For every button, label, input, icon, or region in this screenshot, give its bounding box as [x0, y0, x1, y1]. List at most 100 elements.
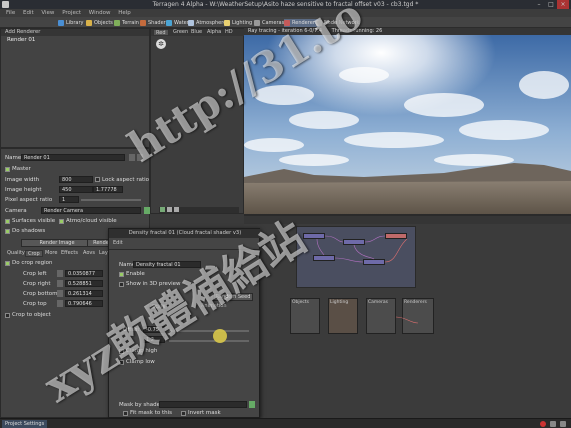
settings-icon[interactable]: [560, 421, 566, 427]
image-width-field[interactable]: 800: [59, 176, 93, 183]
toolbar-cameras[interactable]: Cameras: [254, 19, 284, 27]
library-icon: [58, 20, 64, 26]
pixel-aspect-slider[interactable]: [81, 199, 141, 201]
fit-icon[interactable]: [167, 207, 172, 212]
surfaces-visible-checkbox[interactable]: [5, 219, 10, 224]
terrain-icon: [114, 20, 120, 26]
render-control-icon[interactable]: ✲: [156, 39, 166, 49]
tab-green[interactable]: Green: [171, 29, 190, 36]
menu-help[interactable]: Help: [118, 10, 131, 16]
crop-icon[interactable]: [174, 207, 179, 212]
toolbar-atmosphere[interactable]: Atmosphere: [188, 19, 226, 27]
name-label: Name: [5, 155, 22, 161]
tab-blue[interactable]: Blue: [189, 29, 204, 36]
dialog-menu-edit[interactable]: Edit: [113, 240, 123, 246]
close-button[interactable]: ×: [557, 0, 569, 9]
crop-left-options-icon[interactable]: [57, 270, 63, 277]
menu-view[interactable]: View: [41, 10, 54, 16]
image-height-label: Image height: [5, 187, 42, 193]
menu-file[interactable]: File: [6, 10, 15, 16]
toolbar-objects[interactable]: Objects: [86, 19, 113, 27]
surfaces-visible-label: Surfaces visible: [12, 218, 56, 224]
crop-left-field[interactable]: 0.0350877: [65, 270, 103, 277]
enable-checkbox[interactable]: [119, 272, 124, 277]
log-icon[interactable]: [550, 421, 556, 427]
error-indicator-icon[interactable]: [540, 421, 546, 427]
toolbar-shaders[interactable]: Shaders: [140, 19, 168, 27]
renderer-name-field[interactable]: Render 01: [21, 154, 125, 161]
camera-label: Camera: [5, 208, 27, 214]
zoom-icon[interactable]: [160, 207, 165, 212]
toolbar-terrain[interactable]: Terrain: [114, 19, 139, 27]
fit-mask-checkbox[interactable]: [123, 411, 128, 416]
fit-mask-label: Fit mask to this: [130, 410, 173, 416]
tab-red[interactable]: Red: [153, 29, 169, 36]
crop-to-object-label: Crop to object: [12, 312, 51, 318]
status-bar: Project Settings: [0, 418, 571, 428]
crop-bottom-label: Crop bottom: [23, 291, 58, 297]
renderer-connection: [395, 316, 419, 324]
toolbar-lighting[interactable]: Lighting: [224, 19, 252, 27]
do-shadows-label: Do shadows: [12, 228, 46, 234]
atmosphere-icon: [188, 20, 194, 26]
objects-icon: [86, 20, 92, 26]
do-shadows-checkbox[interactable]: [5, 229, 10, 234]
minimize-button[interactable]: –: [533, 0, 545, 9]
name-options-icon[interactable]: [129, 154, 135, 161]
window-title: Terragen 4 Alpha - W:\WeatherSetup\Asito…: [152, 1, 419, 8]
cameras-icon: [254, 20, 260, 26]
atmo-visible-checkbox[interactable]: [59, 219, 64, 224]
tab-crop[interactable]: Crop: [25, 250, 43, 257]
master-checkbox[interactable]: [5, 167, 10, 172]
crop-right-options-icon[interactable]: [57, 280, 63, 287]
node-lighting[interactable]: Lighting: [328, 298, 358, 334]
do-crop-region-checkbox[interactable]: [5, 261, 10, 266]
lock-aspect-label: Lock aspect ratio: [102, 177, 150, 183]
mask-label: Mask by shader: [119, 402, 163, 408]
tab-hd[interactable]: HD: [223, 29, 235, 36]
project-settings-button[interactable]: Project Settings: [2, 420, 48, 428]
render-image-button[interactable]: Render Image: [21, 239, 93, 247]
lighting-icon: [224, 20, 230, 26]
aspect-ratio-field[interactable]: 1.77778: [93, 186, 123, 193]
toolbar-library[interactable]: Library: [58, 19, 83, 27]
menu-edit[interactable]: Edit: [23, 10, 34, 16]
crop-right-field[interactable]: 0.528851: [65, 280, 103, 287]
crop-left-label: Crop left: [23, 271, 47, 277]
toolbar-water[interactable]: Water: [166, 19, 189, 27]
render-view-tabs: Red Green Blue Alpha HD: [151, 29, 245, 36]
camera-select[interactable]: Render Camera: [41, 207, 141, 214]
lock-aspect-checkbox[interactable]: [95, 177, 100, 182]
crop-top-options-icon[interactable]: [57, 300, 63, 307]
pixel-aspect-field[interactable]: 1: [59, 196, 79, 203]
add-renderer-button[interactable]: Add Renderer: [1, 29, 149, 36]
image-height-field[interactable]: 450: [59, 186, 93, 193]
renderer-list-item[interactable]: Render 01: [7, 37, 35, 43]
crop-bottom-field[interactable]: 0.261314: [65, 290, 103, 297]
node-objects[interactable]: Objects: [290, 298, 320, 334]
node-cameras[interactable]: Cameras: [366, 298, 396, 334]
menu-project[interactable]: Project: [62, 10, 81, 16]
show-in-3d-checkbox[interactable]: [119, 282, 124, 287]
invert-mask-checkbox[interactable]: [181, 411, 186, 416]
tab-quality[interactable]: Quality: [5, 250, 27, 257]
tab-more[interactable]: More: [43, 250, 59, 257]
crop-top-field[interactable]: 0.790646: [65, 300, 103, 307]
crop-bottom-options-icon[interactable]: [57, 290, 63, 297]
pixel-aspect-label: Pixel aspect ratio: [5, 197, 53, 203]
menu-window[interactable]: Window: [89, 10, 111, 16]
mask-link-icon[interactable]: [249, 401, 255, 408]
menu-bar: File Edit View Project Window Help: [0, 9, 571, 17]
app-logo-icon: [2, 1, 9, 8]
tab-effects[interactable]: Effects: [59, 250, 80, 257]
invert-mask-label: Invert mask: [188, 410, 221, 416]
crop-right-label: Crop right: [23, 281, 51, 287]
crop-to-object-checkbox[interactable]: [5, 313, 10, 318]
tab-alpha[interactable]: Alpha: [205, 29, 223, 36]
enable-label: Enable: [126, 271, 145, 277]
tab-aovs[interactable]: Aovs: [81, 250, 97, 257]
master-label: Master: [12, 166, 31, 172]
maximize-button[interactable]: □: [545, 0, 557, 9]
camera-link-icon[interactable]: [144, 207, 150, 214]
mask-shader-field[interactable]: [159, 401, 247, 408]
